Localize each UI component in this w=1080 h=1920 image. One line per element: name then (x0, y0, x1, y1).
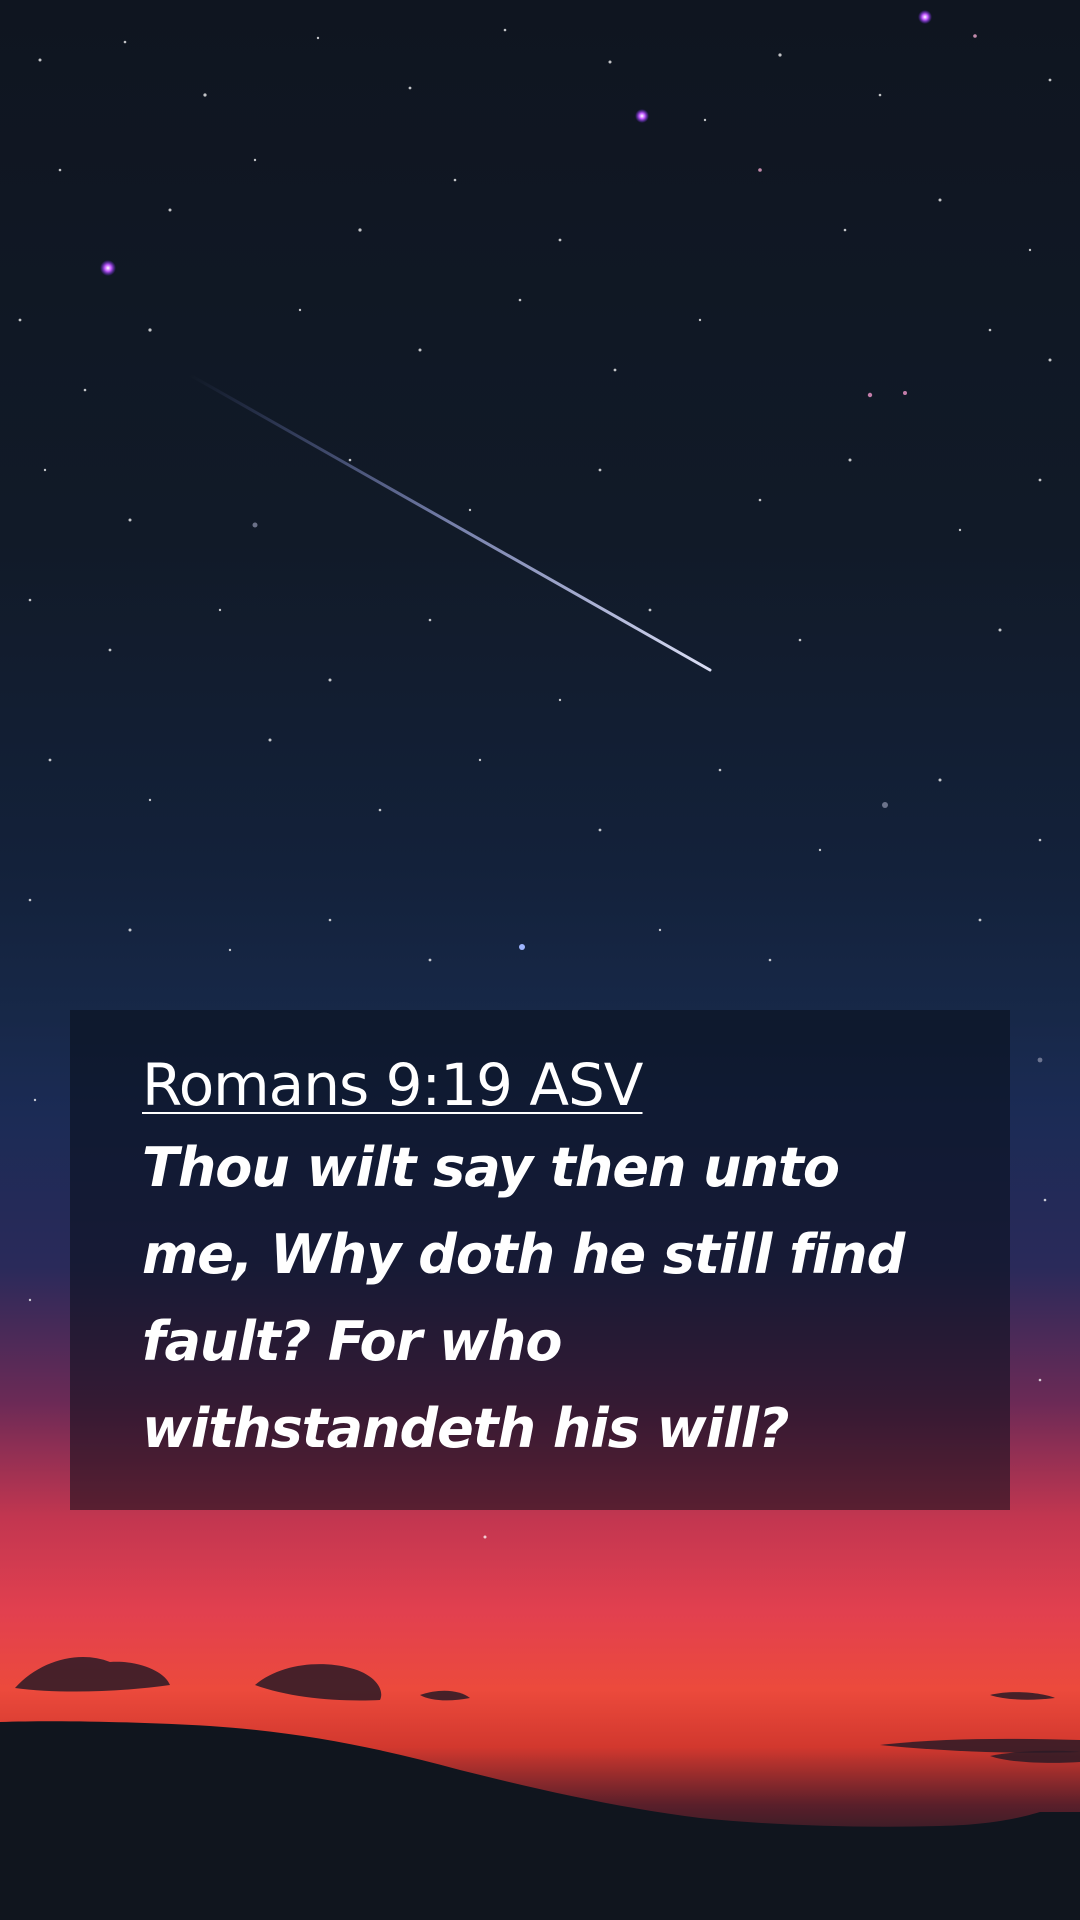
wallpaper-background: Romans 9:19 ASV Thou wilt say then unto … (0, 0, 1080, 1920)
verse-card: Romans 9:19 ASV Thou wilt say then unto … (70, 1010, 1010, 1510)
verse-text: Thou wilt say then unto me, Why doth he … (142, 1136, 905, 1460)
hill-silhouette (0, 1721, 1080, 1920)
horizon-silhouette (0, 1657, 1080, 1920)
verse-reference[interactable]: Romans 9:19 ASV (142, 1050, 643, 1120)
